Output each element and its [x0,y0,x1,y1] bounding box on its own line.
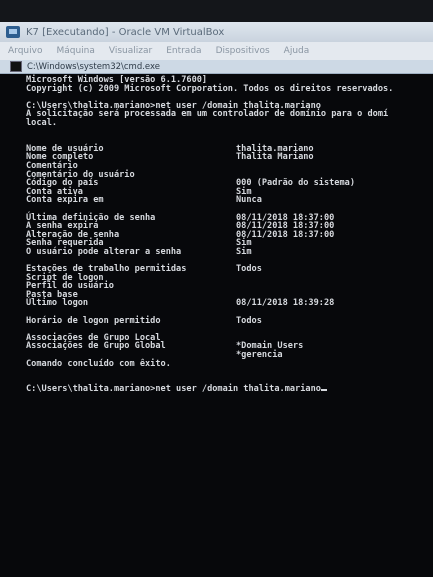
virtualbox-title-bar: K7 [Executando] - Oracle VM VirtualBox [0,22,433,42]
info-row: Nome completo Thalita Mariano [26,153,433,162]
menu-visualizar[interactable]: Visualizar [109,46,152,56]
menu-ajuda[interactable]: Ajuda [284,46,310,56]
info-value: 000 (Padrão do sistema) [236,178,355,189]
info-label: Horário de logon permitido [26,315,161,326]
info-value: Nunca [236,195,262,206]
cmd-window-title: C:\Windows\system32\cmd.exe [27,61,161,72]
virtualbox-icon [6,26,20,38]
info-row: O usuário pode alterar a senha Sim [26,248,433,257]
info-label: Último logon [26,298,89,309]
info-row: Horário de logon permitido Todos [26,317,433,326]
info-row: Associações de Grupo Global *Domain Users [26,342,433,351]
info-row: Código do país 000 (Padrão do sistema) [26,179,433,188]
text-cursor [320,389,327,392]
virtualbox-menu-bar: Arquivo Máquina Visualizar Entrada Dispo… [0,42,433,60]
menu-maquina[interactable]: Máquina [56,46,94,56]
monitor-bezel [0,0,433,22]
info-value: *gerencia [236,350,283,360]
info-value: Todos [236,264,262,275]
console-header-line: Copyright (c) 2009 Microsoft Corporation… [26,83,394,94]
info-label: O usuário pode alterar a senha [26,246,182,257]
info-label: Associações de Grupo Global [26,341,166,352]
menu-arquivo[interactable]: Arquivo [8,46,42,56]
done-message: Comando concluído com êxito. [26,358,171,369]
console-output[interactable]: Microsoft Windows [versão 6.1.7600] Copyr… [0,74,433,577]
info-value: Thalita Mariano [236,152,314,163]
info-row: Último logon 08/11/2018 18:39:28 [26,299,433,308]
prompt-line[interactable]: C:\Users\thalita.mariano>net user /domai… [26,385,433,394]
window-title: K7 [Executando] - Oracle VM VirtualBox [26,26,225,38]
info-row: Perfil do usuário [26,282,433,291]
info-value: 08/11/2018 18:39:28 [236,298,335,309]
info-value: Todos [236,315,262,326]
menu-entrada[interactable]: Entrada [166,46,201,56]
info-value: Sim [236,246,252,257]
menu-dispositivos[interactable]: Dispositivos [216,46,270,56]
request-line: local. [26,117,58,128]
request-line: A solicitação será processada em um cont… [26,109,389,120]
prompt-text: C:\Users\thalita.mariano>net user /domai… [26,384,321,395]
cmd-window-title-bar[interactable]: C:\Windows\system32\cmd.exe [0,60,433,74]
info-row: Conta expira em Nunca [26,196,433,205]
cmd-icon [10,61,22,72]
info-label: Conta expira em [26,195,104,206]
